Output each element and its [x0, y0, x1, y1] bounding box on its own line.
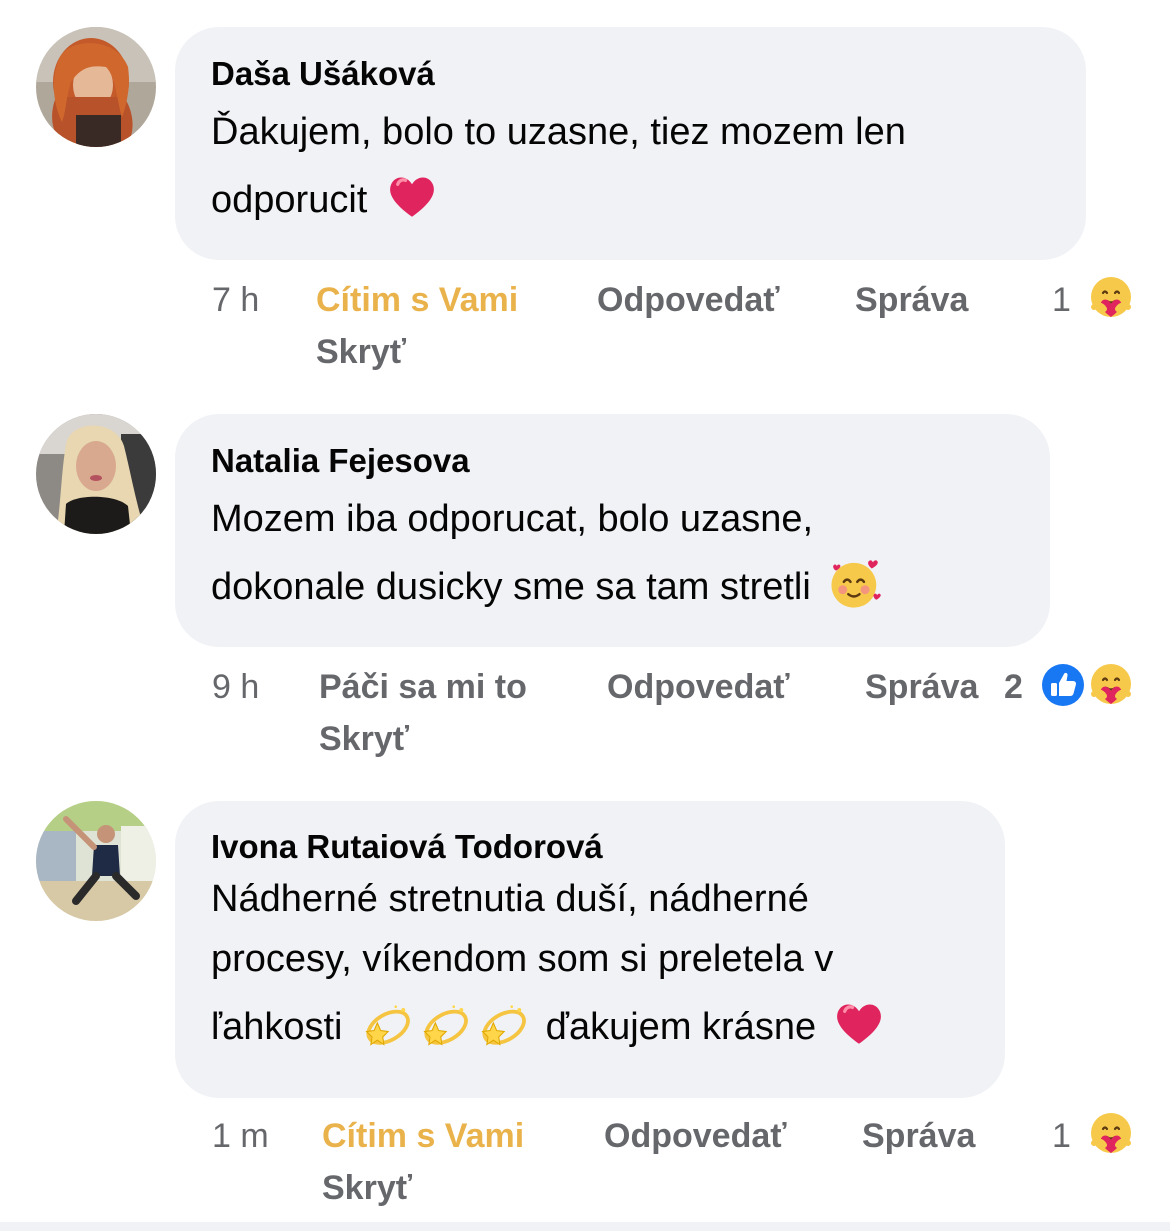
message-button[interactable]: Správa: [865, 662, 978, 712]
bottom-divider: [0, 1222, 1170, 1231]
avatar-photo: [36, 801, 156, 921]
comment-author[interactable]: Ivona Rutaiová Todorová: [211, 827, 969, 867]
heart-icon: [833, 997, 885, 1049]
dizzy-icon: [475, 997, 529, 1051]
comment-text: Mozem iba odporucat, bolo uzasne, dokona…: [211, 485, 1014, 621]
comment-time[interactable]: 9 h: [212, 662, 259, 712]
reaction-count[interactable]: 2: [1004, 662, 1023, 712]
hide-button[interactable]: Skryť: [316, 327, 406, 377]
comment-text-line: dokonale dusicky sme sa tam stretli: [211, 566, 811, 608]
like-button[interactable]: Páči sa mi to: [319, 662, 527, 712]
comment-bubble: Natalia Fejesova Mozem iba odporucat, bo…: [175, 414, 1050, 647]
care-reaction-icon[interactable]: [1086, 660, 1136, 710]
comment-author[interactable]: Natalia Fejesova: [211, 441, 1014, 481]
comment-time[interactable]: 1 m: [212, 1111, 269, 1161]
message-button[interactable]: Správa: [855, 275, 968, 325]
comment-text-line: Ďakujem, bolo to uzasne, tiez mozem len: [211, 111, 906, 153]
avatar-photo: [36, 414, 156, 534]
avatar-photo: [36, 27, 156, 147]
comment-author[interactable]: Daša Ušáková: [211, 54, 1050, 94]
comment-text-part: ľahkosti: [211, 1006, 343, 1048]
comment-text-line: Mozem iba odporucat, bolo uzasne,: [211, 498, 814, 540]
reply-button[interactable]: Odpovedať: [607, 662, 790, 712]
reply-button[interactable]: Odpovedať: [604, 1111, 787, 1161]
comment-actions: 1 m Cítim s Vami Odpovedať Správa Skryť: [212, 1111, 1052, 1221]
care-reaction-icon[interactable]: [1086, 273, 1136, 323]
comment-text: Nádherné stretnutia duší, nádherné proce…: [211, 869, 969, 1065]
comment-text-part: ďakujem krásne: [545, 1006, 817, 1048]
smiling-face-with-hearts-icon: [827, 555, 883, 611]
reply-button[interactable]: Odpovedať: [597, 275, 780, 325]
reaction-count[interactable]: 1: [1052, 1111, 1071, 1161]
comment-text-line: Nádherné stretnutia duší, nádherné: [211, 878, 809, 920]
comment-actions: 7 h Cítim s Vami Odpovedať Správa Skryť: [212, 275, 1152, 385]
avatar[interactable]: [36, 801, 156, 921]
care-reaction-icon[interactable]: [1086, 1109, 1136, 1159]
reaction-count[interactable]: 1: [1052, 275, 1071, 325]
reaction-label-button[interactable]: Cítim s Vami: [316, 275, 518, 325]
avatar[interactable]: [36, 27, 156, 147]
comment-bubble: Daša Ušáková Ďakujem, bolo to uzasne, ti…: [175, 27, 1086, 260]
comment-text-line: odporucit: [211, 179, 368, 221]
heart-icon: [386, 170, 438, 222]
hide-button[interactable]: Skryť: [322, 1163, 412, 1213]
message-button[interactable]: Správa: [862, 1111, 975, 1161]
dizzy-icon: [417, 997, 471, 1051]
avatar[interactable]: [36, 414, 156, 534]
dizzy-icon: [359, 997, 413, 1051]
comment-time[interactable]: 7 h: [212, 275, 259, 325]
comment-text: Ďakujem, bolo to uzasne, tiez mozem len …: [211, 98, 1050, 234]
hide-button[interactable]: Skryť: [319, 714, 409, 764]
reaction-label-button[interactable]: Cítim s Vami: [322, 1111, 524, 1161]
comment-actions: 9 h Páči sa mi to Odpovedať Správa Skryť: [212, 662, 1052, 772]
like-reaction-icon[interactable]: [1038, 660, 1088, 710]
comment-text-line: procesy, víkendom som si preletela v: [211, 938, 834, 980]
comment-bubble: Ivona Rutaiová Todorová Nádherné stretnu…: [175, 801, 1005, 1098]
